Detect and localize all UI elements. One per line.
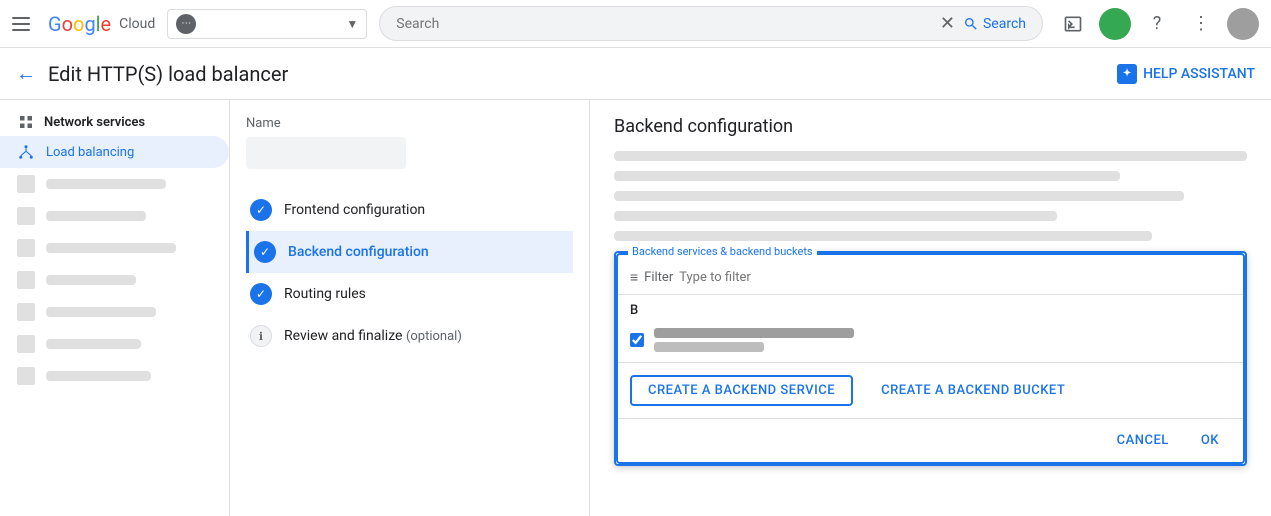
topbar-actions: ? ⋮ bbox=[1055, 6, 1259, 42]
skeleton-row-3 bbox=[614, 191, 1184, 201]
sidebar-item-2[interactable] bbox=[0, 200, 229, 232]
checkbox-row[interactable] bbox=[618, 322, 1243, 358]
avatar[interactable] bbox=[1227, 8, 1259, 40]
action-row: CREATE A BACKEND SERVICE CREATE A BACKEN… bbox=[618, 362, 1243, 418]
wizard-step-review[interactable]: ℹ Review and finalize (optional) bbox=[246, 315, 573, 357]
status-indicator bbox=[1099, 8, 1131, 40]
page-title: Edit HTTP(S) load balancer bbox=[48, 62, 288, 86]
sidebar-item-4[interactable] bbox=[0, 264, 229, 296]
b-section-label: B bbox=[618, 295, 1243, 322]
sidebar-icon-6 bbox=[16, 334, 36, 354]
load-balancing-icon bbox=[16, 142, 36, 162]
sidebar-icon-2 bbox=[16, 206, 36, 226]
middle-panel: Name ✓ Frontend configuration ✓ Backend … bbox=[230, 100, 590, 516]
name-input-placeholder bbox=[246, 137, 406, 169]
dropdown-container: Backend services & backend buckets ≡ Fil… bbox=[616, 253, 1245, 464]
sidebar-icon-1 bbox=[16, 174, 36, 194]
sidebar: Network services Load balancing bbox=[0, 100, 230, 516]
filter-icon: ≡ bbox=[630, 269, 638, 286]
step-label-routing: Routing rules bbox=[284, 286, 366, 302]
checkbox-bar-1 bbox=[654, 328, 854, 338]
sidebar-item-3[interactable] bbox=[0, 232, 229, 264]
filter-input[interactable] bbox=[679, 270, 1231, 285]
filter-row[interactable]: ≡ Filter bbox=[630, 269, 1231, 286]
step-icon-frontend: ✓ bbox=[250, 199, 272, 221]
logo: Google Cloud bbox=[48, 12, 155, 36]
topbar: Google Cloud ▼ ✕ Search ? ⋮ bbox=[0, 0, 1271, 48]
footer-row: CANCEL OK bbox=[618, 418, 1243, 462]
checkbox-content bbox=[654, 328, 854, 352]
help-assistant-button[interactable]: ✦ HELP ASSISTANT bbox=[1117, 64, 1255, 84]
skeleton-row-5 bbox=[614, 231, 1152, 241]
sidebar-item-5[interactable] bbox=[0, 296, 229, 328]
wizard-steps: ✓ Frontend configuration ✓ Backend confi… bbox=[246, 189, 573, 357]
back-button[interactable]: ← bbox=[16, 61, 36, 86]
sidebar-item-label-load-balancing: Load balancing bbox=[46, 145, 134, 160]
cloud-label: Cloud bbox=[119, 16, 155, 32]
step-icon-routing: ✓ bbox=[250, 283, 272, 305]
step-label-review: Review and finalize (optional) bbox=[284, 328, 462, 344]
wizard-step-frontend[interactable]: ✓ Frontend configuration bbox=[246, 189, 573, 231]
avatar-area bbox=[1099, 8, 1131, 40]
subbar: ← Edit HTTP(S) load balancer ✦ HELP ASSI… bbox=[0, 48, 1271, 100]
checkbox-bar-2 bbox=[654, 342, 764, 352]
sidebar-icon-7 bbox=[16, 366, 36, 386]
skeleton-row-4 bbox=[614, 211, 1057, 221]
clear-icon[interactable]: ✕ bbox=[940, 13, 955, 34]
dropdown-legend: Backend services & backend buckets bbox=[628, 245, 817, 258]
step-icon-backend: ✓ bbox=[254, 241, 276, 263]
wizard-step-backend[interactable]: ✓ Backend configuration bbox=[246, 231, 573, 273]
sidebar-section-title: Network services bbox=[0, 100, 229, 136]
create-backend-service-button[interactable]: CREATE A BACKEND SERVICE bbox=[630, 375, 853, 406]
network-services-icon bbox=[16, 112, 36, 132]
sidebar-item-7[interactable] bbox=[0, 360, 229, 392]
skeleton-row-2 bbox=[614, 171, 1120, 181]
terminal-button[interactable] bbox=[1055, 6, 1091, 42]
more-options-button[interactable]: ⋮ bbox=[1183, 6, 1219, 42]
filter-label: Filter bbox=[644, 270, 673, 285]
hamburger-menu[interactable] bbox=[12, 12, 36, 36]
project-icon bbox=[176, 14, 196, 34]
search-bar[interactable]: ✕ Search bbox=[379, 6, 1043, 41]
step-label-backend: Backend configuration bbox=[288, 244, 429, 260]
wizard-step-routing[interactable]: ✓ Routing rules bbox=[246, 273, 573, 315]
backend-checkbox[interactable] bbox=[630, 333, 644, 347]
chevron-down-icon: ▼ bbox=[346, 17, 358, 31]
optional-text: (optional) bbox=[406, 329, 462, 344]
search-input[interactable] bbox=[396, 16, 932, 32]
main-layout: Network services Load balancing bbox=[0, 100, 1271, 516]
help-assistant-icon: ✦ bbox=[1117, 64, 1137, 84]
dropdown-panel: Backend services & backend buckets ≡ Fil… bbox=[614, 251, 1247, 466]
backend-config-title: Backend configuration bbox=[614, 116, 1247, 137]
sidebar-icon-4 bbox=[16, 270, 36, 290]
sidebar-icon-3 bbox=[16, 238, 36, 258]
skeleton-row-1 bbox=[614, 151, 1247, 161]
step-icon-review: ℹ bbox=[250, 325, 272, 347]
help-assistant-label: HELP ASSISTANT bbox=[1143, 66, 1255, 82]
cancel-button[interactable]: CANCEL bbox=[1105, 427, 1181, 454]
sidebar-item-load-balancing[interactable]: Load balancing bbox=[0, 136, 229, 168]
dropdown-header: ≡ Filter bbox=[618, 261, 1243, 295]
project-selector[interactable]: ▼ bbox=[167, 9, 367, 39]
ok-button[interactable]: OK bbox=[1189, 427, 1231, 454]
sidebar-item-6[interactable] bbox=[0, 328, 229, 360]
step-label-frontend: Frontend configuration bbox=[284, 202, 425, 218]
sidebar-item-1[interactable] bbox=[0, 168, 229, 200]
right-panel: Backend configuration Backend services &… bbox=[590, 100, 1271, 516]
search-label: Search bbox=[983, 16, 1026, 32]
create-backend-bucket-button[interactable]: CREATE A BACKEND BUCKET bbox=[865, 377, 1081, 404]
name-label: Name bbox=[246, 116, 573, 131]
help-button[interactable]: ? bbox=[1139, 6, 1175, 42]
sidebar-icon-5 bbox=[16, 302, 36, 322]
search-button[interactable]: Search bbox=[963, 16, 1026, 32]
